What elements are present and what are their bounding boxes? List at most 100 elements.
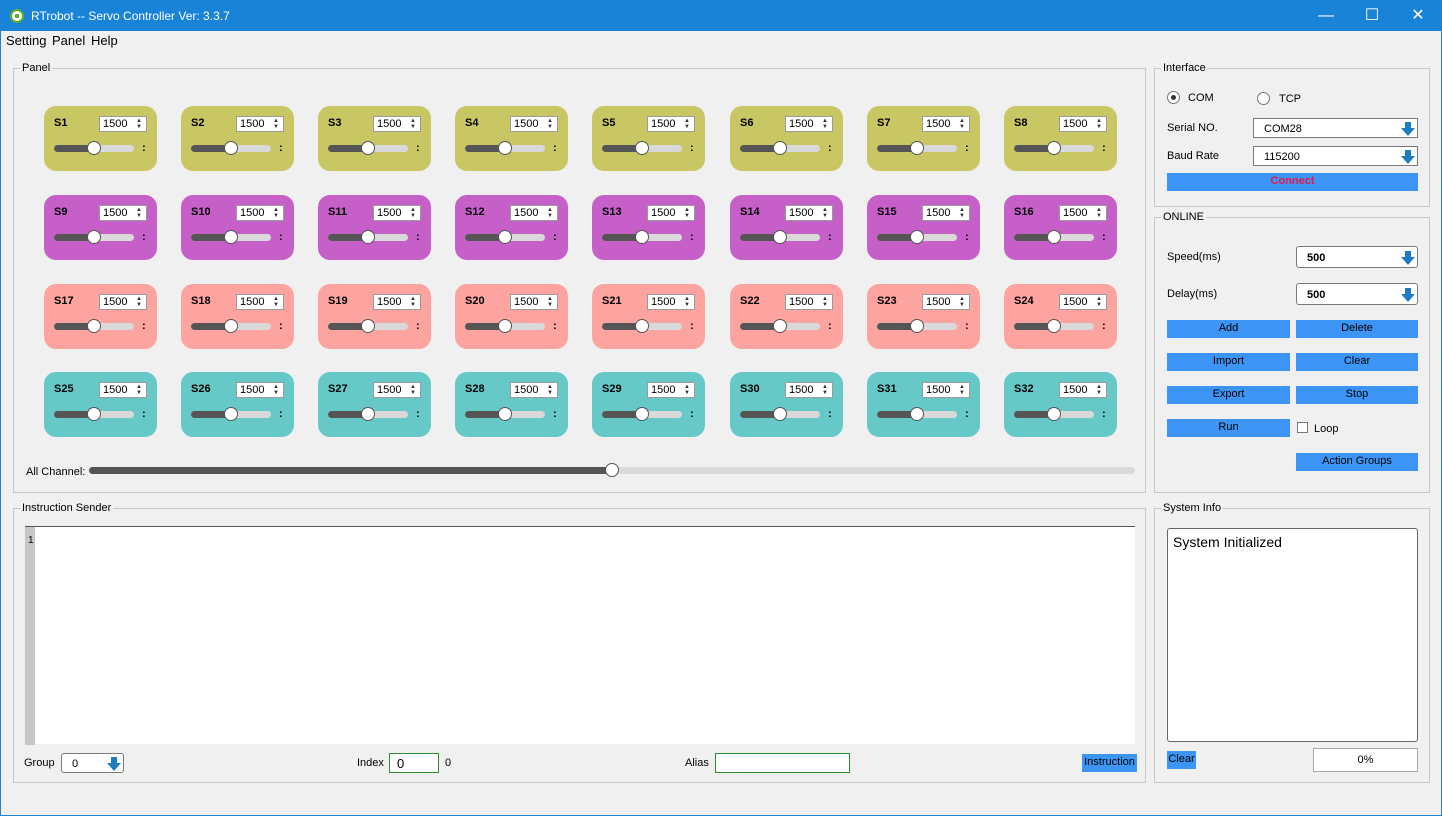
action-groups-button[interactable]: Action Groups [1296, 453, 1418, 471]
servo-slider-thumb[interactable] [773, 407, 787, 421]
spin-arrows-icon[interactable]: ▲ ▼ [136, 384, 144, 396]
servo-value-spinbox[interactable]: 1500 ▲ ▼ [785, 382, 833, 398]
spin-arrows-icon[interactable]: ▲ ▼ [959, 296, 967, 308]
system-info-log[interactable]: System Initialized [1167, 528, 1418, 742]
serial-no-select[interactable]: COM28 [1253, 118, 1418, 138]
servo-slider[interactable] [465, 319, 545, 333]
spin-arrows-icon[interactable]: ▲ ▼ [1096, 296, 1104, 308]
servo-slider-thumb[interactable] [224, 230, 238, 244]
spin-arrows-icon[interactable]: ▲ ▼ [136, 296, 144, 308]
spin-arrows-icon[interactable]: ▲ ▼ [959, 384, 967, 396]
spin-arrows-icon[interactable]: ▲ ▼ [410, 118, 418, 130]
servo-value-spinbox[interactable]: 1500 ▲ ▼ [373, 382, 421, 398]
index-input[interactable]: 0 [389, 753, 439, 773]
spin-arrows-icon[interactable]: ▲ ▼ [822, 296, 830, 308]
servo-slider[interactable] [465, 407, 545, 421]
servo-value-spinbox[interactable]: 1500 ▲ ▼ [99, 382, 147, 398]
servo-slider[interactable] [54, 141, 134, 155]
servo-value-spinbox[interactable]: 1500 ▲ ▼ [510, 382, 558, 398]
servo-slider-thumb[interactable] [910, 407, 924, 421]
servo-slider[interactable] [602, 141, 682, 155]
servo-value-spinbox[interactable]: 1500 ▲ ▼ [236, 205, 284, 221]
servo-slider-thumb[interactable] [635, 407, 649, 421]
servo-value-spinbox[interactable]: 1500 ▲ ▼ [922, 294, 970, 310]
servo-slider[interactable] [54, 407, 134, 421]
servo-slider-thumb[interactable] [87, 407, 101, 421]
servo-value-spinbox[interactable]: 1500 ▲ ▼ [922, 205, 970, 221]
servo-slider-thumb[interactable] [224, 319, 238, 333]
servo-slider-thumb[interactable] [773, 141, 787, 155]
servo-slider-thumb[interactable] [635, 319, 649, 333]
servo-slider-thumb[interactable] [635, 230, 649, 244]
servo-slider-thumb[interactable] [87, 230, 101, 244]
connect-button[interactable]: Connect [1167, 173, 1418, 191]
spin-arrows-icon[interactable]: ▲ ▼ [822, 384, 830, 396]
servo-slider[interactable] [602, 230, 682, 244]
servo-slider[interactable] [602, 319, 682, 333]
servo-value-spinbox[interactable]: 1500 ▲ ▼ [510, 116, 558, 132]
servo-slider[interactable] [191, 230, 271, 244]
com-radio[interactable] [1167, 91, 1180, 104]
servo-value-spinbox[interactable]: 1500 ▲ ▼ [1059, 294, 1107, 310]
servo-slider-thumb[interactable] [498, 141, 512, 155]
group-select[interactable]: 0 [61, 753, 124, 773]
servo-slider-thumb[interactable] [361, 141, 375, 155]
servo-slider[interactable] [740, 230, 820, 244]
servo-value-spinbox[interactable]: 1500 ▲ ▼ [1059, 205, 1107, 221]
spin-arrows-icon[interactable]: ▲ ▼ [547, 207, 555, 219]
tcp-radio[interactable] [1257, 92, 1270, 105]
servo-value-spinbox[interactable]: 1500 ▲ ▼ [647, 205, 695, 221]
instruction-editor[interactable]: 1 [25, 526, 1135, 745]
servo-slider[interactable] [54, 230, 134, 244]
servo-value-spinbox[interactable]: 1500 ▲ ▼ [510, 294, 558, 310]
stop-button[interactable]: Stop [1296, 386, 1418, 404]
menu-panel[interactable]: Panel [52, 33, 85, 48]
servo-value-spinbox[interactable]: 1500 ▲ ▼ [922, 116, 970, 132]
spin-arrows-icon[interactable]: ▲ ▼ [410, 384, 418, 396]
servo-slider-thumb[interactable] [773, 319, 787, 333]
servo-slider[interactable] [877, 230, 957, 244]
spin-arrows-icon[interactable]: ▲ ▼ [684, 118, 692, 130]
servo-value-spinbox[interactable]: 1500 ▲ ▼ [785, 116, 833, 132]
spin-arrows-icon[interactable]: ▲ ▼ [547, 384, 555, 396]
servo-slider[interactable] [877, 319, 957, 333]
servo-slider-thumb[interactable] [1047, 407, 1061, 421]
servo-value-spinbox[interactable]: 1500 ▲ ▼ [647, 116, 695, 132]
servo-slider[interactable] [877, 141, 957, 155]
servo-slider-thumb[interactable] [361, 230, 375, 244]
spin-arrows-icon[interactable]: ▲ ▼ [547, 118, 555, 130]
spin-arrows-icon[interactable]: ▲ ▼ [959, 207, 967, 219]
spin-arrows-icon[interactable]: ▲ ▼ [273, 384, 281, 396]
close-button[interactable]: ✕ [1395, 1, 1441, 31]
servo-slider[interactable] [191, 407, 271, 421]
servo-slider-thumb[interactable] [87, 319, 101, 333]
alias-input[interactable] [715, 753, 850, 773]
servo-slider-thumb[interactable] [1047, 230, 1061, 244]
spin-arrows-icon[interactable]: ▲ ▼ [273, 118, 281, 130]
spin-arrows-icon[interactable]: ▲ ▼ [959, 118, 967, 130]
servo-slider-thumb[interactable] [361, 319, 375, 333]
spin-arrows-icon[interactable]: ▲ ▼ [684, 207, 692, 219]
spin-arrows-icon[interactable]: ▲ ▼ [822, 207, 830, 219]
servo-slider-thumb[interactable] [1047, 141, 1061, 155]
servo-slider[interactable] [465, 230, 545, 244]
menu-help[interactable]: Help [91, 33, 118, 48]
servo-value-spinbox[interactable]: 1500 ▲ ▼ [785, 205, 833, 221]
spin-arrows-icon[interactable]: ▲ ▼ [273, 207, 281, 219]
servo-slider-thumb[interactable] [224, 407, 238, 421]
servo-slider[interactable] [191, 141, 271, 155]
servo-slider-thumb[interactable] [1047, 319, 1061, 333]
delay-select[interactable]: 500 [1296, 283, 1418, 305]
servo-slider-thumb[interactable] [910, 319, 924, 333]
servo-value-spinbox[interactable]: 1500 ▲ ▼ [236, 116, 284, 132]
servo-slider[interactable] [328, 407, 408, 421]
servo-value-spinbox[interactable]: 1500 ▲ ▼ [922, 382, 970, 398]
spin-arrows-icon[interactable]: ▲ ▼ [1096, 207, 1104, 219]
servo-value-spinbox[interactable]: 1500 ▲ ▼ [785, 294, 833, 310]
run-button[interactable]: Run [1167, 419, 1290, 437]
maximize-button[interactable]: ☐ [1349, 1, 1395, 31]
all-channel-slider[interactable] [89, 463, 1135, 477]
spin-arrows-icon[interactable]: ▲ ▼ [136, 118, 144, 130]
servo-value-spinbox[interactable]: 1500 ▲ ▼ [1059, 116, 1107, 132]
export-button[interactable]: Export [1167, 386, 1290, 404]
